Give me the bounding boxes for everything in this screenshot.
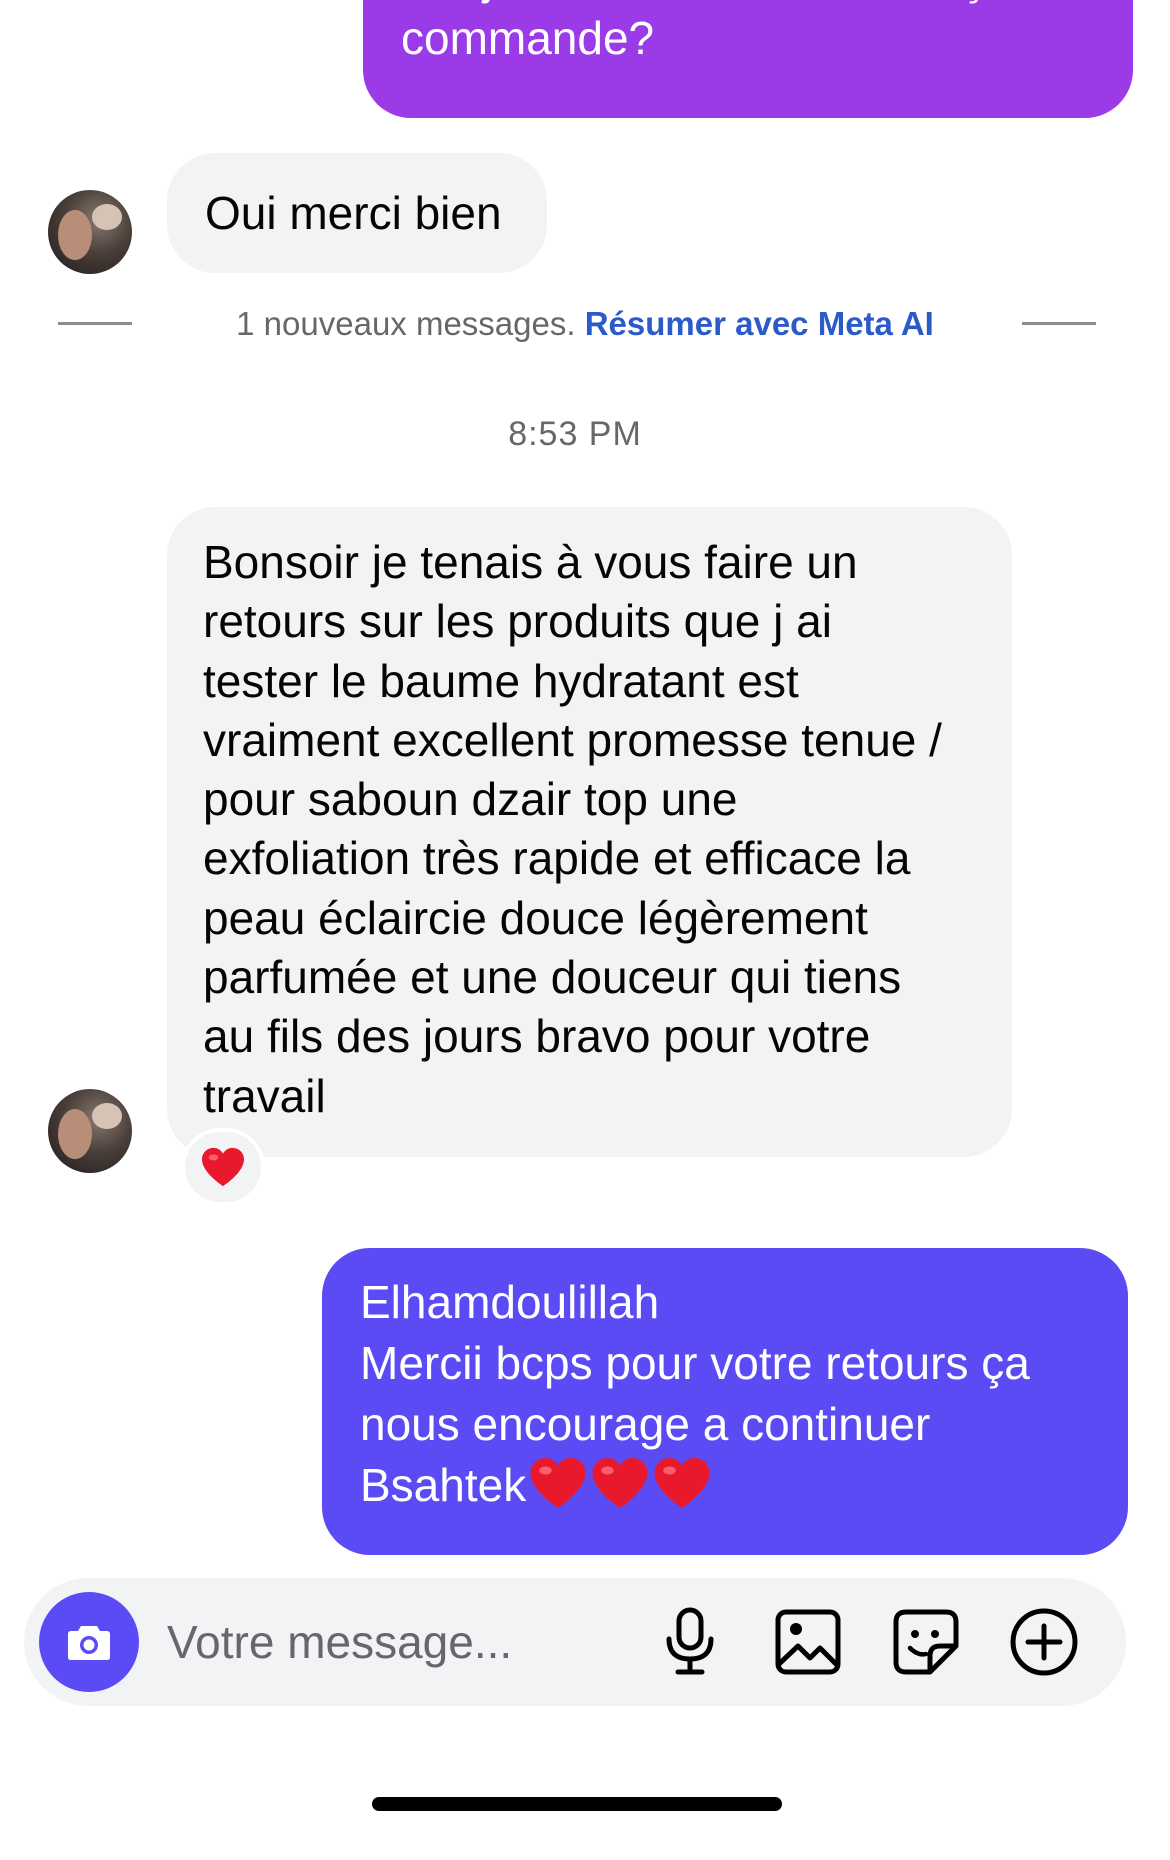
contact-avatar[interactable] bbox=[48, 190, 132, 274]
plus-circle-icon bbox=[1010, 1608, 1078, 1676]
outgoing-message-bubble[interactable]: Bonjour , avez-vous bien reçu la command… bbox=[363, 0, 1133, 118]
summarize-meta-ai-link[interactable]: Résumer avec Meta AI bbox=[585, 305, 934, 342]
message-text-line: Mercii bcps pour votre retours ça bbox=[360, 1337, 1030, 1389]
new-messages-count: 1 nouveaux messages. bbox=[236, 305, 576, 342]
gallery-button[interactable] bbox=[770, 1604, 846, 1680]
microphone-icon bbox=[666, 1607, 714, 1675]
message-text: Oui merci bien bbox=[205, 187, 502, 239]
heart-reaction-badge[interactable] bbox=[181, 1128, 265, 1206]
camera-button[interactable] bbox=[39, 1592, 139, 1692]
incoming-message-bubble[interactable]: Oui merci bien bbox=[167, 153, 547, 273]
message-text-line: vraiment excellent promesse tenue / bbox=[203, 713, 942, 766]
contact-avatar[interactable] bbox=[48, 1089, 132, 1173]
sticker-button[interactable] bbox=[888, 1604, 964, 1680]
heart-icon bbox=[592, 1458, 648, 1508]
more-button[interactable] bbox=[1006, 1604, 1082, 1680]
camera-icon bbox=[68, 1626, 110, 1660]
message-text-line: Bonjour , avez-vous bien reçu la bbox=[401, 0, 1083, 8]
gallery-icon bbox=[775, 1609, 841, 1675]
microphone-button[interactable] bbox=[652, 1604, 728, 1680]
message-text-line: Bonsoir je tenais à vous faire un bbox=[203, 536, 858, 588]
incoming-message-bubble-review[interactable]: Bonsoir je tenais à vous faire un retour… bbox=[167, 507, 1012, 1157]
message-text-line: nous encourage a continuer bbox=[360, 1398, 931, 1450]
sticker-icon bbox=[893, 1609, 959, 1675]
message-text-line: au fils des jours bravo pour votre bbox=[203, 1010, 871, 1063]
new-messages-divider: 1 nouveaux messages. Résumer avec Meta A… bbox=[140, 302, 1030, 346]
heart-icon bbox=[202, 1147, 244, 1187]
message-text: Bsahtek bbox=[360, 1459, 527, 1511]
message-text-line: tester le baume hydratant est bbox=[203, 654, 799, 707]
message-text-line: retours sur les produits que j ai bbox=[203, 595, 832, 648]
outgoing-message-bubble-reply[interactable]: Elhamdoulillah Mercii bcps pour votre re… bbox=[322, 1248, 1128, 1555]
message-timestamp: 8:53 PM bbox=[508, 415, 642, 453]
divider-line-left bbox=[58, 322, 132, 325]
message-text-line: travail bbox=[203, 1069, 326, 1122]
divider-line-right bbox=[1022, 322, 1096, 325]
message-text-line: exfoliation très rapide et efficace la bbox=[203, 832, 911, 885]
heart-icon bbox=[654, 1458, 710, 1508]
message-input[interactable] bbox=[167, 1612, 637, 1672]
message-text-line: parfumée et une douceur qui tiens bbox=[203, 951, 902, 1004]
message-text-line: peau éclaircie douce légèrement bbox=[203, 891, 868, 944]
home-indicator[interactable] bbox=[372, 1797, 782, 1811]
message-text-line: Elhamdoulillah bbox=[360, 1276, 660, 1328]
message-text-line: pour saboun dzair top une bbox=[203, 773, 738, 826]
heart-icon bbox=[530, 1458, 586, 1508]
message-text-line-with-hearts: Bsahtek bbox=[360, 1455, 1090, 1516]
message-text-line: commande? bbox=[401, 12, 655, 64]
